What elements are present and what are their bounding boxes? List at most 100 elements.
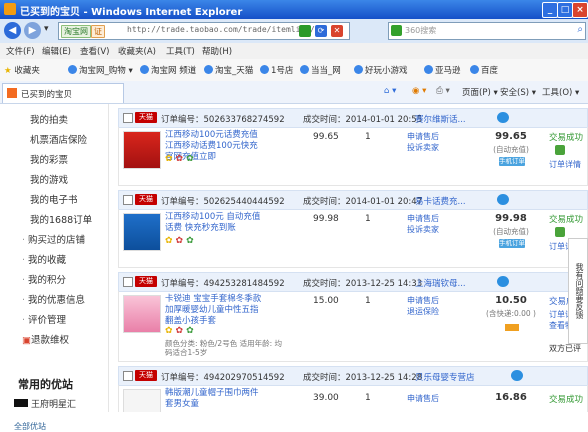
tools-menu[interactable]: 工具(O) ▾ (542, 86, 579, 98)
safety-menu[interactable]: 安全(S) ▾ (500, 86, 536, 98)
sidebar-item-coupons[interactable]: 我的优惠信息 (22, 292, 85, 306)
feedback-tab[interactable]: 我有问题要反馈 (568, 238, 588, 344)
order-number: 订单编号：494202970514592 (161, 373, 285, 383)
coupon-icon (505, 324, 519, 331)
shop-link[interactable]: 易卡话费充... (415, 195, 466, 207)
sidebar-item-refunds[interactable]: ▣退款维权 (22, 332, 69, 346)
order-body: 韩版潮儿童帽子围巾两件套男女童 39.00 1 申请售后 16.86 交易成功 (118, 385, 588, 412)
order-number: 订单编号：502633768274592 (161, 115, 285, 125)
tab-bar: 已买到的宝贝 ⌂ ▾ ◉ ▾ ⎙ ▾ 页面(P) ▾ 安全(S) ▾ 工具(O)… (0, 81, 588, 104)
after-sale-link[interactable]: 申请售后 投诉卖家 (407, 213, 439, 235)
minimize-button[interactable]: _ (542, 2, 558, 18)
brand-logo (14, 399, 28, 407)
order-body: 卡锐迪 宝宝手套棉冬季款加厚暖婴幼儿童中性五指翻盖小孩手套 ✿✿✿ 颜色分类: … (118, 291, 588, 362)
order-checkbox[interactable] (123, 195, 133, 205)
sidebar-item-ebooks[interactable]: 我的电子书 (30, 192, 78, 206)
fav-tmall[interactable]: 淘宝_天猫 (204, 64, 253, 76)
sidebar-item-1688-orders[interactable]: 我的1688订单 (30, 212, 92, 226)
sidebar-item-points[interactable]: 我的积分 (22, 272, 66, 286)
after-sale-link[interactable]: 申请售后 退运保险 (407, 295, 439, 317)
unit-price: 99.98 (313, 214, 339, 224)
url-field[interactable]: 淘宝网 证 http://trade.taobao.com/trade/item… (58, 22, 350, 40)
wangwang-chat-icon[interactable] (511, 370, 523, 381)
home-icon[interactable]: ⌂ ▾ (384, 86, 396, 96)
product-thumbnail[interactable] (123, 213, 161, 251)
quantity: 1 (365, 296, 371, 306)
sidebar-item-games[interactable]: 我的游戏 (30, 172, 68, 186)
total-note: (自动充值) (493, 145, 529, 154)
product-title-link[interactable]: 韩版潮儿童帽子围巾两件套男女童 (165, 388, 265, 410)
all-stations-link[interactable]: 全部优站 (14, 421, 46, 432)
after-sale-link[interactable]: 申请售后 (407, 393, 439, 404)
sidebar-item-shops[interactable]: 购买过的店铺 (22, 232, 85, 246)
sidebar-item-lottery[interactable]: 我的彩票 (30, 152, 68, 166)
order-checkbox[interactable] (123, 277, 133, 287)
menu-edit[interactable]: 编辑(E) (42, 45, 71, 57)
product-title-link[interactable]: 卡锐迪 宝宝手套棉冬季款加厚暖婴幼儿童中性五指翻盖小孩手套 (165, 294, 265, 327)
fav-amazon[interactable]: 亚马逊 (424, 64, 461, 76)
order-checkbox[interactable] (123, 113, 133, 123)
refresh-icon[interactable]: ⟳ (315, 25, 327, 37)
sidebar-item-favorites[interactable]: 我的收藏 (22, 252, 66, 266)
fav-games[interactable]: 好玩小游戏 (354, 64, 408, 76)
order-checkbox[interactable] (123, 371, 133, 381)
wangwang-chat-icon[interactable] (497, 112, 509, 123)
product-thumbnail[interactable] (123, 389, 161, 412)
fav-baidu[interactable]: 百度 (470, 64, 498, 76)
fav-taobao-channel[interactable]: 淘宝网 频道 (140, 64, 196, 76)
feeds-icon[interactable]: ◉ ▾ (412, 86, 426, 96)
back-button[interactable]: ◀ (4, 22, 21, 39)
product-title-link[interactable]: 江西移动100元 自动充值话费 快充秒充到账 (165, 212, 265, 234)
sidebar: 我的拍卖 机票酒店保险 我的彩票 我的游戏 我的电子书 我的1688订单 购买过… (0, 104, 109, 431)
menu-favorites[interactable]: 收藏夹(A) (118, 45, 156, 57)
fav-yhd[interactable]: 1号店 (260, 64, 293, 76)
menu-file[interactable]: 文件(F) (6, 45, 35, 57)
quantity: 1 (365, 132, 371, 142)
sidebar-item-travel[interactable]: 机票酒店保险 (30, 132, 87, 146)
tmall-badge: 天猫 (135, 194, 157, 205)
search-input[interactable]: 360搜索 ⌕ (388, 22, 586, 40)
search-icon[interactable]: ⌕ (577, 24, 583, 35)
service-icons: ✿✿✿ (165, 154, 197, 164)
sidebar-item-auction[interactable]: 我的拍卖 (30, 112, 68, 126)
wangwang-chat-icon[interactable] (497, 194, 509, 205)
search-placeholder: 360搜索 (405, 26, 437, 35)
mobile-order-badge: 手机订单 (499, 157, 525, 166)
forward-button[interactable]: ▶ (24, 22, 41, 39)
print-icon[interactable]: ⎙ ▾ (436, 86, 450, 96)
shop-link[interactable]: 上海瑞钦母... (415, 277, 466, 289)
menu-view[interactable]: 查看(V) (80, 45, 109, 57)
brand-link[interactable]: 王府明星汇 (14, 397, 76, 410)
order-row: 天猫 订单编号：494202970514592 成交时间：2013-12-25 … (118, 366, 588, 412)
close-button[interactable]: × (572, 2, 588, 18)
maximize-button[interactable]: □ (557, 2, 573, 18)
tab-purchased-items[interactable]: 已买到的宝贝 (2, 83, 124, 103)
fav-taobao-shopping[interactable]: 淘宝网_购物 ▾ (68, 64, 133, 76)
order-status: 交易成功 (549, 395, 584, 405)
menu-help[interactable]: 帮助(H) (202, 45, 232, 57)
cert-tag: 证 (91, 25, 105, 38)
fav-dangdang[interactable]: 当当_网 (300, 64, 341, 76)
total-price: 99.65 (495, 131, 527, 142)
product-thumbnail[interactable] (123, 131, 161, 169)
product-thumbnail[interactable] (123, 295, 161, 333)
order-row: 天猫 订单编号：502625440444592 成交时间：2014-01-01 … (118, 190, 588, 268)
status-icon (555, 227, 565, 237)
order-number: 订单编号：502625440444592 (161, 197, 285, 207)
after-sale-link[interactable]: 申请售后 投诉卖家 (407, 131, 439, 153)
tmall-badge: 天猫 (135, 112, 157, 123)
wangwang-chat-icon[interactable] (497, 276, 509, 287)
order-detail-link[interactable]: 订单详情 (549, 159, 581, 170)
stop-icon[interactable]: ✕ (331, 25, 343, 37)
shop-link[interactable]: 赛尔维斯话... (415, 113, 466, 125)
history-dropdown[interactable]: ▾ (44, 24, 49, 34)
site-tag: 淘宝网 (61, 25, 91, 38)
page-menu[interactable]: 页面(P) ▾ (462, 86, 498, 98)
security-icon[interactable] (299, 25, 311, 37)
shop-link[interactable]: 贝乐母婴专营店 (415, 371, 475, 383)
sidebar-item-reviews[interactable]: 评价管理 (22, 312, 66, 326)
order-time: 成交时间：2014-01-01 20:55 (303, 115, 423, 125)
favorites-button[interactable]: ★ 收藏夹 (4, 64, 40, 76)
menu-tools[interactable]: 工具(T) (166, 45, 195, 57)
review-status: 双方已评 (549, 344, 581, 353)
